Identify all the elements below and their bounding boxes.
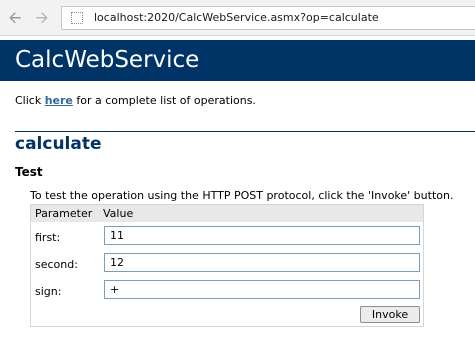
section-divider <box>15 131 475 132</box>
intro-suffix: for a complete list of operations. <box>72 94 256 107</box>
test-description: To test the operation using the HTTP POS… <box>30 189 454 202</box>
address-bar[interactable]: localhost:2020/CalcWebService.asmx?op=ca… <box>61 6 475 30</box>
service-title: CalcWebService <box>15 47 200 73</box>
page-icon <box>71 12 83 24</box>
operation-title: calculate <box>15 134 102 154</box>
invoke-button[interactable]: Invoke <box>360 306 420 323</box>
first-label: first: <box>35 231 61 244</box>
first-input[interactable] <box>104 226 420 245</box>
browser-toolbar: 🡨 🡪 localhost:2020/CalcWebService.asmx?o… <box>0 0 475 36</box>
value-column-header: Value <box>103 207 134 220</box>
test-form: Parameter Value first: second: sign: Inv… <box>30 204 424 327</box>
parameter-column-header: Parameter <box>35 207 93 220</box>
second-input[interactable] <box>104 253 420 272</box>
intro-text: Click here for a complete list of operat… <box>15 94 256 107</box>
operations-list-link[interactable]: here <box>45 94 73 107</box>
url-text[interactable]: localhost:2020/CalcWebService.asmx?op=ca… <box>94 11 379 24</box>
test-heading: Test <box>15 165 43 179</box>
service-banner: CalcWebService <box>0 40 475 81</box>
sign-label: sign: <box>35 285 62 298</box>
sign-input[interactable] <box>104 280 420 299</box>
forward-arrow-icon[interactable]: 🡪 <box>33 9 51 27</box>
intro-prefix: Click <box>15 94 45 107</box>
form-header-row: Parameter Value <box>31 205 423 222</box>
second-label: second: <box>35 258 78 271</box>
back-arrow-icon[interactable]: 🡨 <box>6 9 24 27</box>
